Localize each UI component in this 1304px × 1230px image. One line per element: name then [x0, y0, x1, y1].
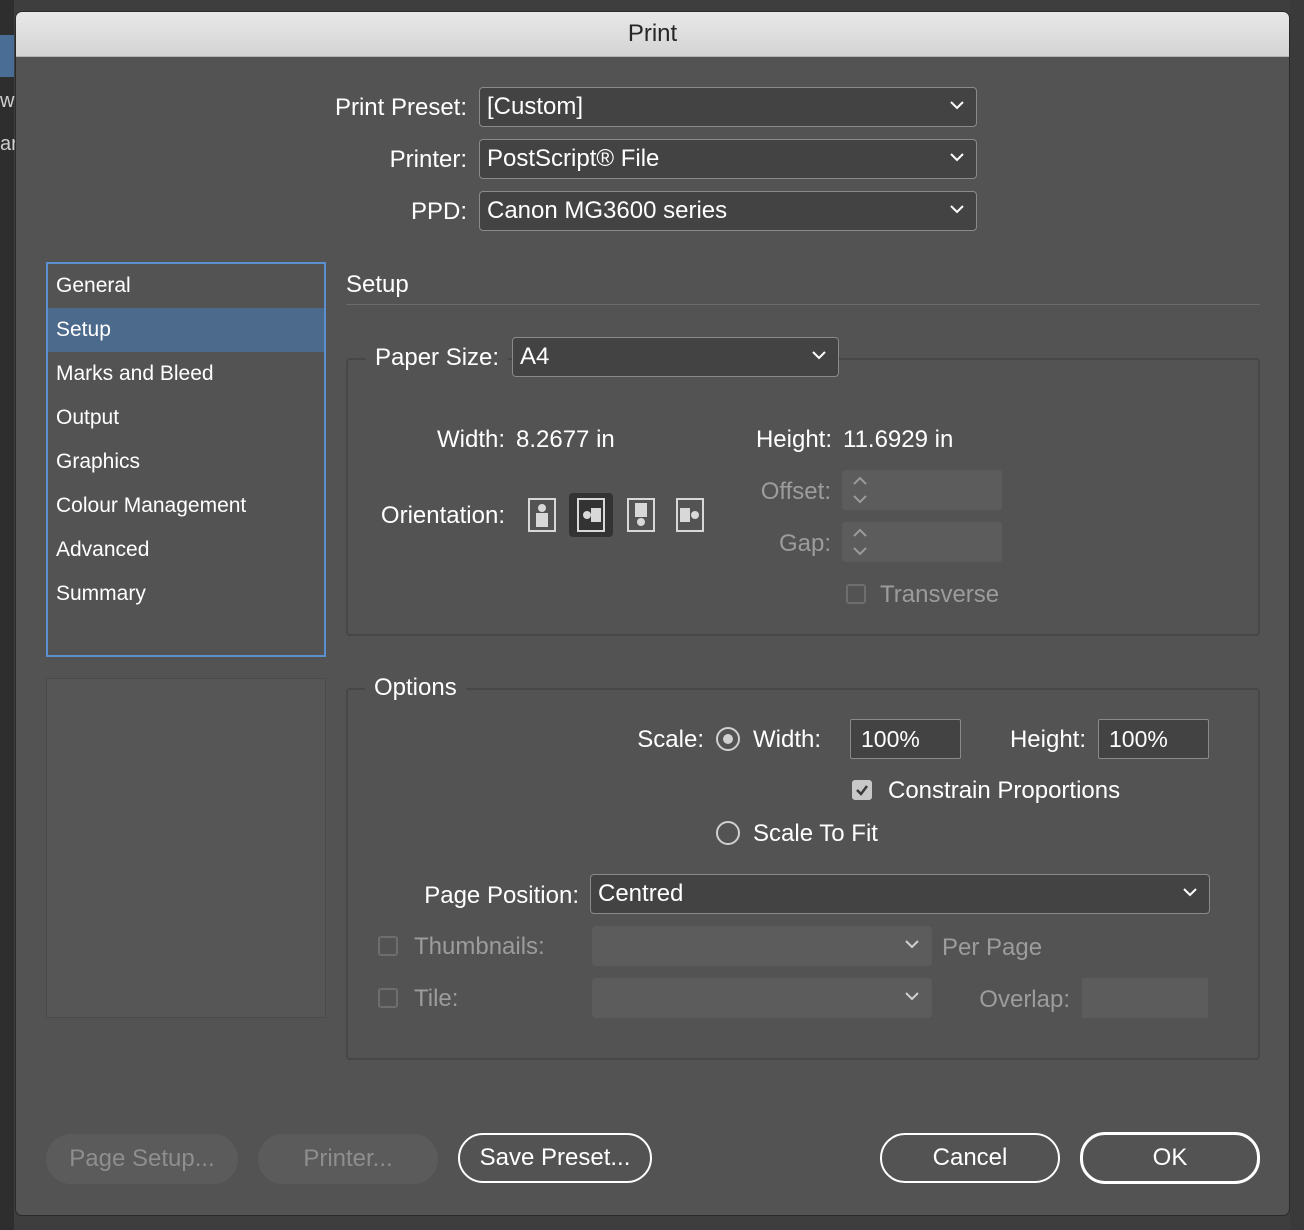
thumbnails-label: Thumbnails: [414, 933, 545, 960]
height-value: 11.6929 in [843, 426, 954, 453]
ppd-value: Canon MG3600 series [487, 197, 728, 224]
save-preset-button[interactable]: Save Preset... [458, 1133, 652, 1183]
scale-width-radio[interactable] [716, 727, 740, 751]
orientation-reverse-portrait-button[interactable] [619, 493, 663, 537]
paper-size-select[interactable]: A4 [512, 337, 839, 377]
sidebar-item-summary[interactable]: Summary [48, 572, 324, 616]
landscape-orientation-icon [577, 498, 605, 532]
print-preset-value: [Custom] [487, 93, 584, 120]
orientation-landscape-button[interactable] [569, 493, 613, 537]
sidebar-item-output[interactable]: Output [48, 396, 324, 440]
scale-height-label: Height: [1009, 726, 1086, 753]
orientation-portrait-button[interactable] [520, 493, 564, 537]
stepper-arrows-icon [853, 528, 867, 556]
gap-label: Gap: [778, 530, 831, 557]
dialog-titlebar: Print [16, 12, 1289, 57]
sidebar-item-general[interactable]: General [48, 264, 324, 308]
constrain-proportions-checkbox[interactable] [852, 780, 872, 800]
print-preview [46, 678, 326, 1018]
print-preset-select[interactable]: [Custom] [479, 87, 977, 127]
background-text: w [0, 90, 15, 112]
scale-label: Scale: [637, 726, 704, 753]
overlap-input[interactable] [1082, 978, 1208, 1018]
thumbnails-checkbox[interactable] [378, 936, 398, 956]
chevron-down-icon [1183, 888, 1197, 897]
sidebar-item-colour-management[interactable]: Colour Management [48, 484, 324, 528]
sidebar-item-setup[interactable]: Setup [48, 308, 324, 352]
print-preset-label: Print Preset: [334, 94, 467, 121]
offset-label: Offset: [760, 478, 831, 505]
printer-select[interactable]: PostScript® File [479, 139, 977, 179]
page-position-label: Page Position: [424, 882, 579, 909]
reverse-landscape-orientation-icon [676, 498, 704, 532]
constrain-proportions-label: Constrain Proportions [888, 777, 1121, 804]
paper-size-value: A4 [520, 343, 550, 370]
orientation-reverse-landscape-button[interactable] [668, 493, 712, 537]
page-position-value: Centred [598, 880, 684, 907]
scale-to-fit-label: Scale To Fit [753, 820, 878, 847]
chevron-down-icon [905, 992, 919, 1001]
scale-width-label: Width: [753, 726, 822, 753]
print-dialog: Print Print Preset: [Custom] Printer: Po… [16, 12, 1289, 1215]
chevron-down-icon [812, 351, 826, 360]
tile-select[interactable] [592, 978, 932, 1018]
chevron-down-icon [950, 153, 964, 162]
per-page-label: Per Page [942, 934, 1043, 961]
ppd-label: PPD: [410, 198, 467, 225]
tile-checkbox[interactable] [378, 988, 398, 1008]
page-setup-button[interactable]: Page Setup... [46, 1134, 238, 1184]
printer-button[interactable]: Printer... [258, 1134, 438, 1184]
setup-section-title: Setup [346, 271, 409, 298]
sidebar-item-advanced[interactable]: Advanced [48, 528, 324, 572]
transverse-checkbox[interactable] [846, 584, 866, 604]
sidebar-item-graphics[interactable]: Graphics [48, 440, 324, 484]
scale-width-input[interactable]: 100% [850, 719, 961, 759]
options-section-title: Options [365, 674, 466, 702]
background-sidebar [0, 0, 14, 1230]
background-right-panel [1290, 0, 1304, 1230]
sidebar-item-marks-and-bleed[interactable]: Marks and Bleed [48, 352, 324, 396]
printer-label: Printer: [389, 146, 467, 173]
scale-to-fit-radio[interactable] [716, 821, 740, 845]
chevron-down-icon [905, 940, 919, 949]
gap-stepper[interactable] [842, 522, 1002, 562]
paper-size-label: Paper Size: [366, 344, 509, 372]
reverse-portrait-orientation-icon [627, 498, 655, 532]
chevron-down-icon [950, 101, 964, 110]
dialog-title: Print [627, 20, 678, 47]
height-label: Height: [755, 426, 832, 453]
tile-label: Tile: [414, 985, 459, 1012]
ok-button[interactable]: OK [1080, 1132, 1260, 1184]
checkmark-icon [856, 785, 868, 796]
thumbnails-select[interactable] [592, 926, 932, 966]
category-list: General Setup Marks and Bleed Output Gra… [46, 262, 326, 657]
transverse-label: Transverse [880, 581, 1000, 608]
offset-stepper[interactable] [842, 470, 1002, 510]
overlap-label: Overlap: [979, 986, 1070, 1013]
stepper-arrows-icon [853, 476, 867, 504]
cancel-button[interactable]: Cancel [880, 1133, 1060, 1183]
ppd-select[interactable]: Canon MG3600 series [479, 191, 977, 231]
portrait-orientation-icon [528, 498, 556, 532]
section-divider [346, 304, 1260, 305]
width-label: Width: [436, 426, 505, 453]
printer-value: PostScript® File [487, 145, 660, 172]
page-position-select[interactable]: Centred [590, 874, 1210, 914]
width-value: 8.2677 in [516, 426, 615, 453]
scale-height-input[interactable]: 100% [1098, 719, 1209, 759]
chevron-down-icon [950, 205, 964, 214]
background-selected-item [0, 35, 14, 77]
orientation-label: Orientation: [380, 502, 505, 529]
